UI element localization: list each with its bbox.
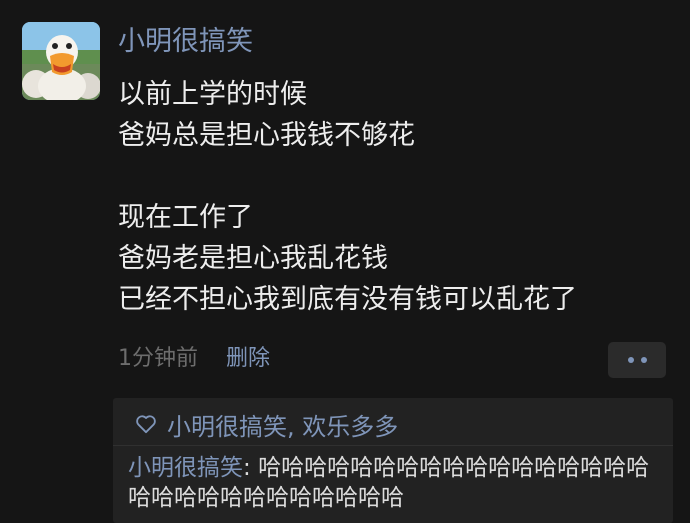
comment-item[interactable]: 小明很搞笑: 哈哈哈哈哈哈哈哈哈哈哈哈哈哈哈哈哈哈哈哈哈哈哈哈哈哈哈哈哈 <box>128 453 658 513</box>
comment-author[interactable]: 小明很搞笑 <box>128 455 243 481</box>
duck-avatar-icon <box>22 22 100 100</box>
post-author-name[interactable]: 小明很搞笑 <box>118 22 253 62</box>
more-dots-icon <box>640 357 647 363</box>
post-line: 以前上学的时候 <box>118 79 307 110</box>
post-line-blank <box>118 156 678 197</box>
interaction-panel: 小明很搞笑, 欢乐多多 小明很搞笑: 哈哈哈哈哈哈哈哈哈哈哈哈哈哈哈哈哈哈哈哈哈… <box>113 398 673 523</box>
post-line: 现在工作了 <box>118 202 253 233</box>
more-button[interactable] <box>608 342 666 378</box>
comment-separator: : <box>243 455 259 481</box>
post-line: 爸妈总是担心我钱不够花 <box>118 120 415 151</box>
avatar[interactable] <box>22 22 100 100</box>
heart-outline-icon <box>136 415 156 434</box>
delete-button[interactable]: 删除 <box>226 340 270 378</box>
divider <box>113 445 673 446</box>
likes-row: 小明很搞笑, 欢乐多多 <box>135 404 398 444</box>
post-line: 已经不担心我到底有没有钱可以乱花了 <box>118 284 577 315</box>
more-dots-icon <box>627 357 634 363</box>
post-content: 以前上学的时候 爸妈总是担心我钱不够花 现在工作了 爸妈老是担心我乱花钱 已经不… <box>118 74 678 320</box>
post-line: 爸妈老是担心我乱花钱 <box>118 243 388 274</box>
post-timestamp: 1分钟前 <box>118 346 198 371</box>
likes-list[interactable]: 小明很搞笑, 欢乐多多 <box>167 407 398 442</box>
